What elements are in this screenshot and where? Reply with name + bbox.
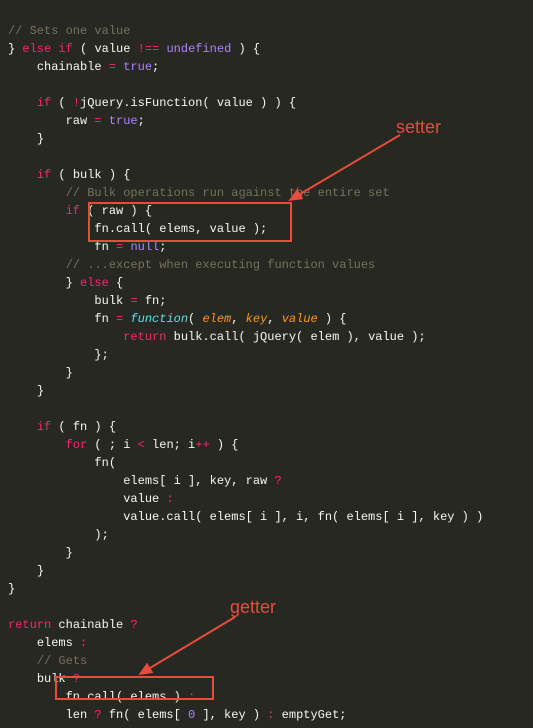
op-ternary: ? (94, 708, 101, 722)
param-key: key (246, 312, 268, 326)
op-colon: : (188, 690, 195, 704)
keyword-if: if (66, 204, 80, 218)
brace-close: } (8, 582, 15, 596)
op-assign: = (116, 240, 123, 254)
brace-close: } (37, 132, 44, 146)
brace-open: { (109, 276, 123, 290)
op-neq: !== (138, 42, 160, 56)
keyword-for: for (66, 438, 88, 452)
brace-close: }; (94, 348, 108, 362)
op-lt: < (138, 438, 145, 452)
param-value: value (282, 312, 318, 326)
op-ternary: ? (274, 474, 281, 488)
param-elem: elem (202, 312, 231, 326)
keyword-return: return (8, 618, 51, 632)
literal-true: true (109, 114, 138, 128)
op-ternary: ? (73, 672, 80, 686)
ident-chainable: chainable (51, 618, 130, 632)
ident-raw: raw (66, 114, 88, 128)
brace-close: } (37, 384, 44, 398)
cond-fn: ( fn ) { (58, 420, 116, 434)
ident-fn: fn (94, 240, 108, 254)
op-colon: : (80, 636, 87, 650)
op-assign: = (109, 60, 116, 74)
ident-chainable: chainable (37, 60, 102, 74)
ident-value: value (94, 42, 130, 56)
code-block: // Sets one value } else if ( value !== … (0, 0, 533, 728)
keyword-function: function (130, 312, 188, 326)
keyword-if: if (37, 168, 51, 182)
op-inc: ++ (195, 438, 209, 452)
cond-raw: ( raw ) { (87, 204, 152, 218)
for-cond: len; i (145, 438, 195, 452)
brace-close: } (66, 546, 73, 560)
keyword-if: if (37, 96, 51, 110)
for-cond: ( ; i (87, 438, 137, 452)
call-fn: fn( (94, 456, 116, 470)
ident-bulk: bulk (37, 672, 73, 686)
arg-elems: elems[ i ], key, raw (123, 474, 274, 488)
call-isfunction: jQuery.isFunction( value ) ) { (80, 96, 296, 110)
ident-bulk: bulk (94, 294, 123, 308)
paren-close: ); (94, 528, 108, 542)
ident-elems: elems (37, 636, 80, 650)
for-cond: ) { (210, 438, 239, 452)
literal-undefined: undefined (166, 42, 231, 56)
keyword-elseif: else if (22, 42, 72, 56)
ident-fn: fn; (145, 294, 167, 308)
arg-value: value (123, 492, 166, 506)
comment-line: // ...except when executing function val… (66, 258, 376, 272)
literal-null: null (130, 240, 159, 254)
brace-close: } (37, 564, 44, 578)
op-assign: = (94, 114, 101, 128)
op-assign: = (116, 312, 123, 326)
call-fncall: fn.call( elems, value ); (94, 222, 267, 236)
call-bulkcall: bulk.call( jQuery( elem ), value ); (166, 330, 425, 344)
ident-len: len (66, 708, 95, 722)
call-fn-rest: ], key ) (195, 708, 267, 722)
literal-true: true (123, 60, 152, 74)
call-valuecall: value.call( elems[ i ], i, fn( elems[ i … (123, 510, 483, 524)
op-assign: = (130, 294, 137, 308)
op-ternary: ? (130, 618, 137, 632)
cond-bulk: ( bulk ) { (58, 168, 130, 182)
comment-line: // Sets one value (8, 24, 130, 38)
keyword-return: return (123, 330, 166, 344)
keyword-if: if (37, 420, 51, 434)
brace-close: } (66, 366, 73, 380)
call-fn: fn( elems[ (102, 708, 188, 722)
call-fncall-getter: fn.call( elems ) (66, 690, 188, 704)
comment-line: // Bulk operations run against the entir… (66, 186, 390, 200)
comment-line: // Gets (37, 654, 87, 668)
ident-emptyget: emptyGet; (274, 708, 346, 722)
op-colon: : (166, 492, 173, 506)
ident-fn: fn (94, 312, 108, 326)
brace: } (8, 42, 22, 56)
keyword-else: else (80, 276, 109, 290)
